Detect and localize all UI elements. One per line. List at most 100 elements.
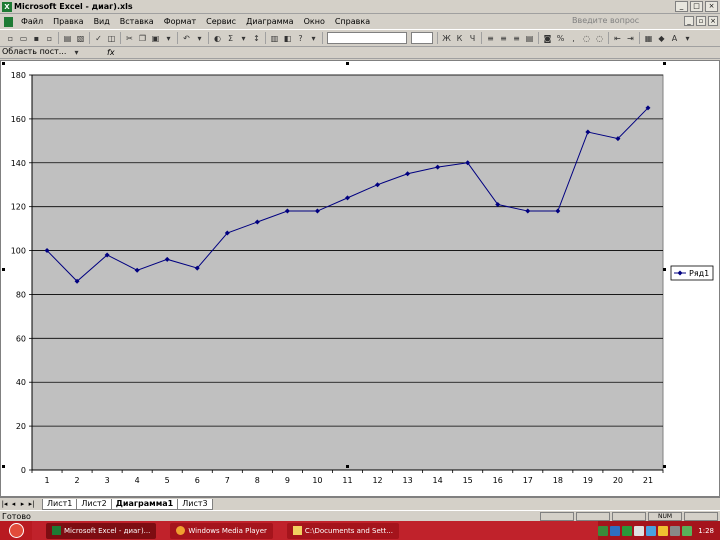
increase-indent-icon[interactable]: ⇥	[625, 33, 636, 44]
currency-icon[interactable]: ◙	[542, 33, 553, 44]
font-color-icon[interactable]: A	[669, 33, 680, 44]
messenger-icon[interactable]	[646, 525, 657, 536]
decrease-decimal-icon[interactable]: ◌	[594, 33, 605, 44]
chart-wizard-icon[interactable]: ▥	[269, 33, 280, 44]
taskbar-item-explorer[interactable]: C:\Documents and Sett...	[286, 522, 399, 539]
merge-center-icon[interactable]: ▤	[524, 33, 535, 44]
font-name-select[interactable]	[327, 32, 407, 44]
y-tick-label: 180	[11, 71, 26, 80]
chevron-down-icon[interactable]: ▾	[71, 47, 82, 58]
increase-decimal-icon[interactable]: ◌	[581, 33, 592, 44]
taskbar-item-label: Microsoft Excel - диаг)...	[64, 526, 151, 535]
cut-icon[interactable]: ✂	[124, 33, 135, 44]
undo-icon[interactable]: ↶	[181, 33, 192, 44]
menu-edit[interactable]: Правка	[48, 17, 88, 26]
x-tick-label: 10	[312, 476, 322, 485]
save-icon[interactable]: ▪	[31, 33, 42, 44]
minimize-button[interactable]: _	[675, 1, 688, 12]
prev-sheet-icon[interactable]: ◂	[9, 500, 18, 508]
chevron-down-icon[interactable]: ▾	[238, 33, 249, 44]
taskbar-item-excel[interactable]: Microsoft Excel - диаг)...	[46, 522, 157, 539]
menu-file[interactable]: Файл	[16, 17, 48, 26]
name-box[interactable]: Область пост...	[0, 47, 70, 58]
doc-close-button[interactable]: ×	[708, 16, 718, 26]
copy-icon[interactable]: ❐	[137, 33, 148, 44]
language-icon[interactable]	[610, 525, 621, 536]
document-icon[interactable]	[4, 16, 13, 27]
tray-icon[interactable]	[682, 525, 693, 536]
x-tick-label: 12	[372, 476, 382, 485]
x-tick-label: 20	[613, 476, 623, 485]
drawing-icon[interactable]: ◧	[282, 33, 293, 44]
y-tick-label: 0	[21, 466, 26, 475]
percent-icon[interactable]: %	[555, 33, 566, 44]
doc-minimize-button[interactable]: _	[684, 16, 694, 26]
x-tick-label: 19	[583, 476, 593, 485]
first-sheet-icon[interactable]: |◂	[0, 500, 9, 508]
x-tick-label: 9	[285, 476, 290, 485]
tab-sheet2[interactable]: Лист2	[76, 498, 112, 510]
align-right-icon[interactable]: ≡	[511, 33, 522, 44]
taskbar-item-media-player[interactable]: Windows Media Player	[170, 522, 273, 539]
fill-color-icon[interactable]: ◆	[656, 33, 667, 44]
status-bar: Готово NUM	[0, 510, 720, 521]
sort-icon[interactable]: ↕	[251, 33, 262, 44]
y-tick-label: 160	[11, 115, 26, 124]
volume-icon[interactable]	[634, 525, 645, 536]
hyperlink-icon[interactable]: ◐	[212, 33, 223, 44]
decrease-indent-icon[interactable]: ⇤	[612, 33, 623, 44]
maximize-button[interactable]: □	[690, 1, 703, 12]
doc-restore-button[interactable]: ▫	[696, 16, 706, 26]
tab-sheet1[interactable]: Лист1	[42, 498, 78, 510]
chevron-down-icon[interactable]: ▾	[163, 33, 174, 44]
chevron-down-icon[interactable]: ▾	[308, 33, 319, 44]
italic-icon[interactable]: К	[454, 33, 465, 44]
align-center-icon[interactable]: ≡	[498, 33, 509, 44]
help-icon[interactable]: ?	[295, 33, 306, 44]
menu-help[interactable]: Справка	[330, 17, 375, 26]
selection-handle	[663, 268, 666, 271]
line-chart[interactable]: 0204060801001201401601801 2 3 4 5 6 7 8 9 10 11 12 1…	[1, 61, 719, 496]
last-sheet-icon[interactable]: ▸|	[27, 500, 36, 508]
chart-sheet[interactable]: 0 20 40 60 80 100 120 140 160 180 1 2 3 4 5 6 7 8 9 10 11 12 1…	[0, 60, 720, 497]
title-bar: X Microsoft Excel - диаг).xls _ □ ×	[0, 0, 720, 14]
security-icon[interactable]	[622, 525, 633, 536]
bold-icon[interactable]: Ж	[441, 33, 452, 44]
x-tick-label: 2	[75, 476, 80, 485]
update-icon[interactable]	[658, 525, 669, 536]
chevron-down-icon[interactable]: ▾	[194, 33, 205, 44]
menu-view[interactable]: Вид	[89, 17, 115, 26]
font-size-select[interactable]	[411, 32, 433, 44]
tray-icon[interactable]	[670, 525, 681, 536]
x-tick-label: 13	[403, 476, 413, 485]
print-icon[interactable]: ▤	[62, 33, 73, 44]
underline-icon[interactable]: Ч	[467, 33, 478, 44]
menu-format[interactable]: Формат	[159, 17, 201, 26]
menu-window[interactable]: Окно	[299, 17, 330, 26]
menu-insert[interactable]: Вставка	[115, 17, 159, 26]
start-button[interactable]	[0, 521, 32, 540]
menu-tools[interactable]: Сервис	[201, 17, 241, 26]
chevron-down-icon[interactable]: ▾	[682, 33, 693, 44]
window-title: Microsoft Excel - диаг).xls	[14, 2, 133, 11]
new-icon[interactable]: ▫	[5, 33, 16, 44]
paste-icon[interactable]: ▣	[150, 33, 161, 44]
menu-chart[interactable]: Диаграмма	[241, 17, 299, 26]
close-button[interactable]: ×	[705, 1, 718, 12]
borders-icon[interactable]: ▦	[643, 33, 654, 44]
preview-icon[interactable]: ▧	[75, 33, 86, 44]
tab-sheet3[interactable]: Лист3	[177, 498, 213, 510]
x-tick-label: 6	[195, 476, 200, 485]
next-sheet-icon[interactable]: ▸	[18, 500, 27, 508]
comma-style-icon[interactable]: ,	[568, 33, 579, 44]
taskbar: Microsoft Excel - диаг)... Windows Media…	[0, 521, 720, 540]
ask-question-input[interactable]: Введите вопрос	[572, 16, 662, 27]
research-icon[interactable]: ◫	[106, 33, 117, 44]
spelling-icon[interactable]: ✓	[93, 33, 104, 44]
open-icon[interactable]: ▭	[18, 33, 29, 44]
tab-chart1[interactable]: Диаграмма1	[110, 498, 179, 510]
autosum-icon[interactable]: Σ	[225, 33, 236, 44]
align-left-icon[interactable]: ≡	[485, 33, 496, 44]
network-icon[interactable]	[598, 525, 609, 536]
permission-icon[interactable]: ▫	[44, 33, 55, 44]
